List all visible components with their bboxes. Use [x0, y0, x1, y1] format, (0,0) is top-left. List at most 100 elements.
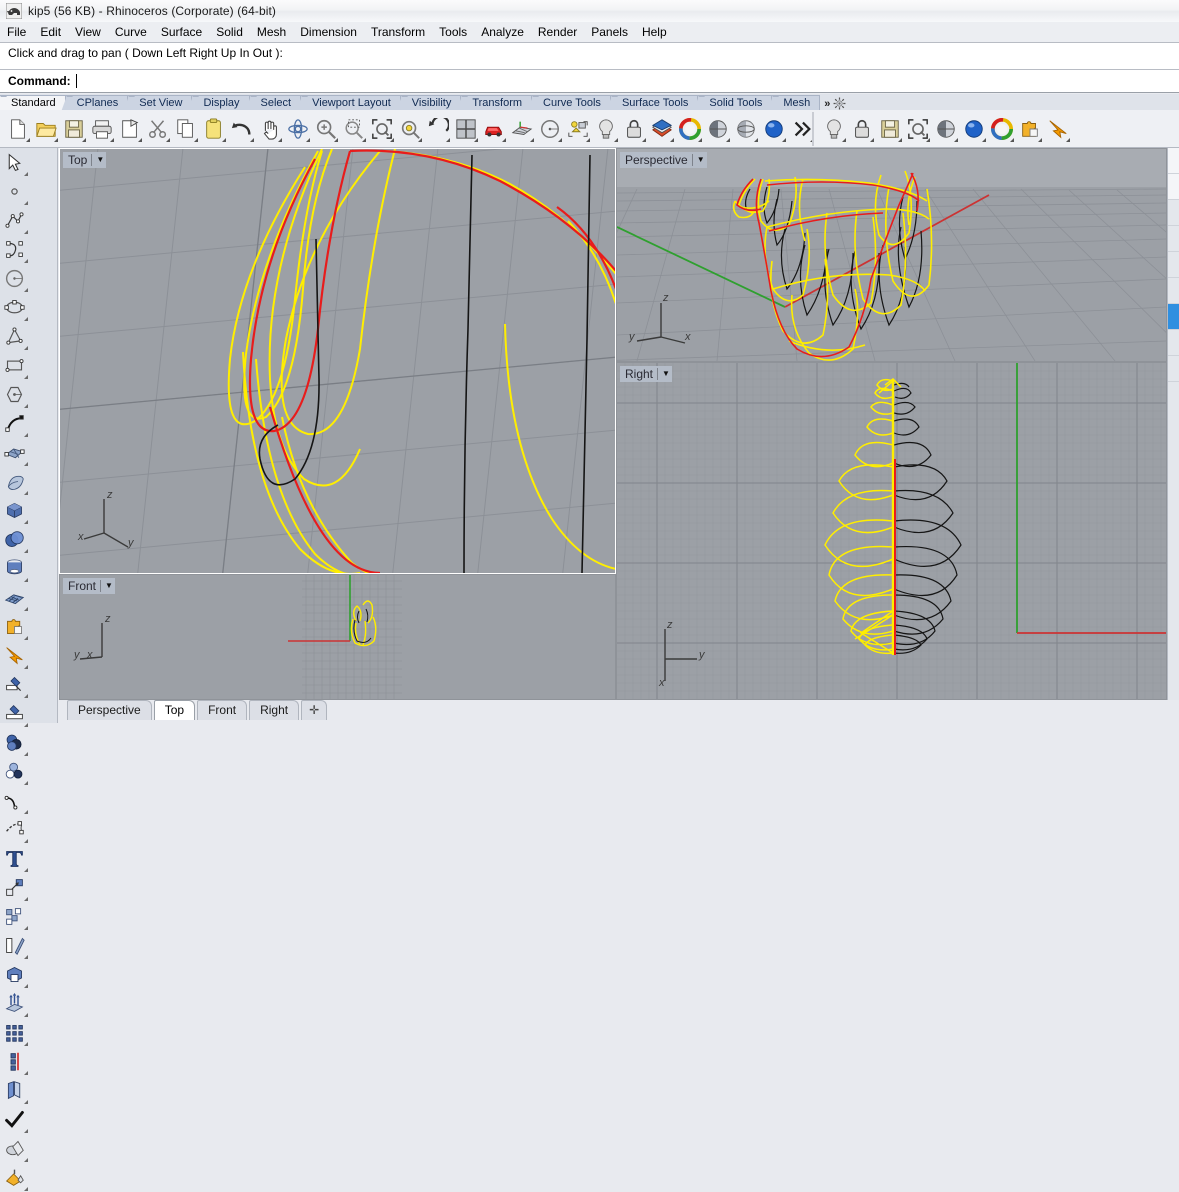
extrude-icon[interactable] — [0, 989, 29, 1018]
shade-sphere-icon[interactable] — [932, 114, 960, 144]
menu-item-curve[interactable]: Curve — [108, 23, 154, 41]
toolbar-tab-surface-tools[interactable]: Surface Tools — [610, 95, 699, 110]
point-icon[interactable] — [0, 177, 29, 206]
shade-sphere-icon[interactable] — [704, 114, 732, 144]
scale-icon[interactable] — [0, 873, 29, 902]
fillet-curve-icon[interactable] — [0, 786, 29, 815]
print-icon[interactable] — [88, 114, 116, 144]
zoom-window-icon[interactable] — [340, 114, 368, 144]
toolbar-tab-standard[interactable]: Standard — [0, 95, 66, 110]
lightbulb-icon[interactable] — [592, 114, 620, 144]
clipboard-paste-icon[interactable] — [200, 114, 228, 144]
panel-tab-3[interactable] — [1168, 200, 1179, 226]
arc-icon[interactable] — [0, 322, 29, 351]
menu-item-surface[interactable]: Surface — [154, 23, 209, 41]
menu-item-analyze[interactable]: Analyze — [474, 23, 531, 41]
mesh-plane-icon[interactable] — [0, 583, 29, 612]
box-hole-icon[interactable] — [0, 960, 29, 989]
rectangle-icon[interactable] — [0, 351, 29, 380]
toolbar-tab-transform[interactable]: Transform — [461, 95, 533, 110]
curve-blend-icon[interactable] — [0, 409, 29, 438]
surface-sweep-icon[interactable] — [0, 467, 29, 496]
orange-arrow-icon[interactable] — [1044, 114, 1072, 144]
panel-tab-6[interactable] — [1168, 278, 1179, 304]
command-line-area[interactable]: Command: — [0, 70, 1179, 93]
puzzle-icon[interactable] — [1016, 114, 1044, 144]
tab-overflow-chevron-icon[interactable]: » — [824, 98, 830, 110]
ghosted-sphere-icon[interactable] — [732, 114, 760, 144]
menu-item-panels[interactable]: Panels — [584, 23, 635, 41]
circle-icon[interactable] — [0, 264, 29, 293]
render-sphere-icon[interactable] — [960, 114, 988, 144]
array-linear-icon[interactable] — [0, 1047, 29, 1076]
render-car-icon[interactable] — [480, 114, 508, 144]
pan-hand-icon[interactable] — [256, 114, 284, 144]
undo-arrow-icon[interactable] — [228, 114, 256, 144]
add-viewport-tab-button[interactable]: ✛ — [301, 700, 328, 720]
panel-tab-5[interactable] — [1168, 252, 1179, 278]
undo-view-icon[interactable] — [424, 114, 452, 144]
panel-tab-7[interactable] — [1168, 330, 1179, 356]
color-wheel-icon[interactable] — [988, 114, 1016, 144]
menu-item-tools[interactable]: Tools — [432, 23, 474, 41]
open-folder-icon[interactable] — [32, 114, 60, 144]
viewport-perspective[interactable]: Perspective ▼ z y x — [616, 148, 1167, 362]
menu-item-view[interactable]: View — [68, 23, 108, 41]
cylinder-icon[interactable] — [0, 554, 29, 583]
array-rect-icon[interactable] — [0, 1018, 29, 1047]
menu-item-render[interactable]: Render — [531, 23, 584, 41]
panel-tab-active[interactable] — [1168, 304, 1179, 330]
viewport-tab-top[interactable]: Top — [153, 700, 196, 720]
viewport-perspective-label[interactable]: Perspective ▼ — [620, 152, 707, 168]
chevron-down-icon[interactable]: ▼ — [657, 368, 670, 380]
menu-item-edit[interactable]: Edit — [33, 23, 68, 41]
group-icon[interactable] — [0, 902, 29, 931]
box-icon[interactable] — [0, 496, 29, 525]
menu-item-file[interactable]: File — [0, 23, 33, 41]
polyline-icon[interactable] — [0, 206, 29, 235]
paint-bucket-icon[interactable] — [0, 1163, 29, 1192]
new-file-icon[interactable] — [4, 114, 32, 144]
viewport-top[interactable]: Top ▼ z x y — [59, 148, 616, 574]
four-viewport-icon[interactable] — [452, 114, 480, 144]
toolbar-tab-cplanes[interactable]: CPlanes — [65, 95, 129, 110]
viewport-front[interactable]: Front ▼ z y x — [59, 574, 616, 700]
gear-icon[interactable] — [833, 97, 846, 110]
polygon-icon[interactable] — [0, 380, 29, 409]
panel-tab-2[interactable] — [1168, 174, 1179, 200]
cut-paste-icon[interactable] — [116, 114, 144, 144]
toolbar-tab-viewport-layout[interactable]: Viewport Layout — [301, 95, 401, 110]
offset-surface-icon[interactable] — [0, 1076, 29, 1105]
save-icon[interactable] — [876, 114, 904, 144]
zoom-extents-icon[interactable] — [904, 114, 932, 144]
toolbar-tab-visibility[interactable]: Visibility — [400, 95, 462, 110]
layers-icon[interactable] — [648, 114, 676, 144]
blend-curve-icon[interactable] — [0, 815, 29, 844]
panel-tab-1[interactable] — [1168, 148, 1179, 174]
split-icon[interactable] — [0, 699, 29, 728]
viewport-right-label[interactable]: Right ▼ — [620, 366, 672, 382]
trim-icon[interactable] — [0, 670, 29, 699]
text-tool-icon[interactable] — [0, 844, 29, 873]
zoom-extents-icon[interactable] — [368, 114, 396, 144]
viewport-tab-front[interactable]: Front — [197, 700, 248, 720]
puzzle-icon[interactable] — [0, 612, 29, 641]
lock-icon[interactable] — [848, 114, 876, 144]
chevron-down-icon[interactable]: ▼ — [100, 580, 113, 592]
render-sphere-icon[interactable] — [760, 114, 788, 144]
copy-icon[interactable] — [172, 114, 200, 144]
viewport-top-label[interactable]: Top ▼ — [63, 152, 107, 168]
lightbulb-icon[interactable] — [820, 114, 848, 144]
menu-item-solid[interactable]: Solid — [209, 23, 250, 41]
scissors-icon[interactable] — [144, 114, 172, 144]
right-panel-strip[interactable] — [1167, 148, 1179, 700]
circle-icon[interactable] — [536, 114, 564, 144]
orange-arrow-icon[interactable] — [0, 641, 29, 670]
toolbar-tab-solid-tools[interactable]: Solid Tools — [698, 95, 773, 110]
lock-icon[interactable] — [620, 114, 648, 144]
color-wheel-icon[interactable] — [676, 114, 704, 144]
menu-item-help[interactable]: Help — [635, 23, 674, 41]
group-objects-icon[interactable] — [564, 114, 592, 144]
save-icon[interactable] — [60, 114, 88, 144]
viewport-front-label[interactable]: Front ▼ — [63, 578, 115, 594]
